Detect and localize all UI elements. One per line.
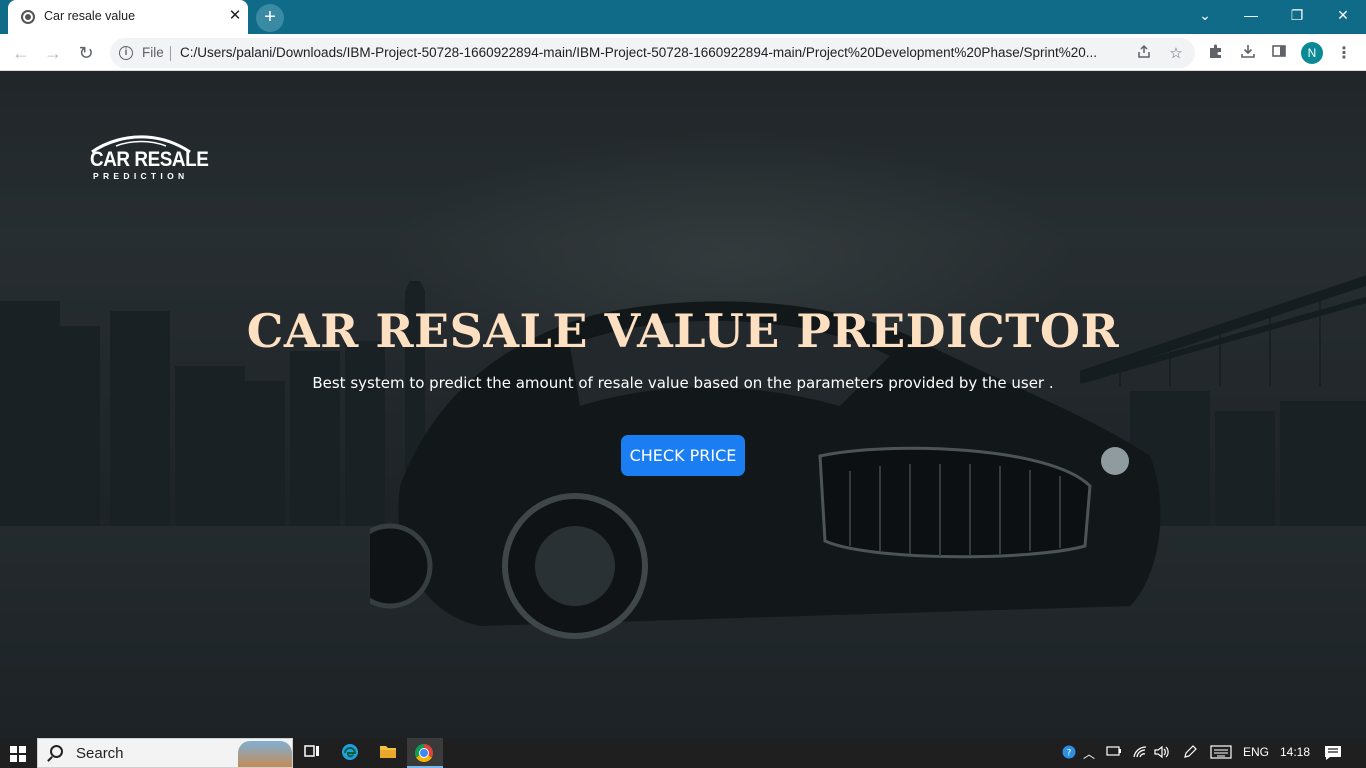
taskbar: Search ? ︿ ENG 14:18	[0, 738, 1366, 768]
chevron-up-icon[interactable]: ︿	[1083, 745, 1095, 762]
tab-title: Car resale value	[44, 9, 136, 23]
keyboard-icon[interactable]	[1210, 745, 1232, 762]
search-placeholder: Search	[76, 745, 124, 762]
logo-subtitle: PREDICTION	[93, 171, 189, 181]
address-bar[interactable]: i File C:/Users/palani/Downloads/IBM-Pro…	[110, 38, 1195, 68]
star-icon[interactable]: ☆	[1166, 44, 1186, 64]
globe-icon	[21, 10, 35, 24]
landing-page: CAR RESALE PREDICTION CAR RESALE VALUE P…	[0, 71, 1366, 738]
clock[interactable]: 14:18	[1280, 745, 1310, 759]
browser-tab-strip: Car resale value ✕ + ⌄ — ❐ ✕	[0, 0, 1366, 34]
menu-icon[interactable]: ⋮	[1336, 43, 1352, 65]
side-panel-icon[interactable]	[1268, 43, 1290, 65]
battery-icon[interactable]	[1106, 745, 1122, 760]
new-tab-button[interactable]: +	[256, 4, 284, 32]
volume-icon[interactable]	[1154, 745, 1170, 762]
chrome-icon	[415, 744, 433, 762]
hero-title: CAR RESALE VALUE PREDICTOR	[246, 304, 1120, 358]
check-price-button[interactable]: CHECK PRICE	[621, 435, 745, 476]
download-icon[interactable]	[1237, 43, 1259, 65]
site-logo[interactable]: CAR RESALE PREDICTION	[86, 134, 209, 182]
search-icon	[50, 745, 63, 758]
reload-button[interactable]: ↻	[73, 40, 99, 66]
tab-close-icon[interactable]: ✕	[226, 7, 244, 25]
language-indicator[interactable]: ENG	[1243, 745, 1269, 759]
forward-button[interactable]: →	[40, 40, 66, 66]
url-text[interactable]: C:/Users/palani/Downloads/IBM-Project-50…	[180, 45, 1135, 60]
extensions-icon[interactable]	[1205, 43, 1227, 65]
browser-toolbar: ← → ↻ i File C:/Users/palani/Downloads/I…	[0, 34, 1366, 71]
tab-car-resale[interactable]: Car resale value ✕	[8, 0, 248, 34]
pen-icon[interactable]	[1182, 745, 1198, 762]
file-explorer-icon[interactable]	[378, 743, 398, 763]
scheme-label: File	[142, 45, 164, 60]
search-highlight-image	[238, 741, 292, 767]
notifications-icon[interactable]	[1324, 745, 1342, 764]
chrome-taskbar-button[interactable]	[407, 738, 443, 768]
minimize-button[interactable]: —	[1228, 0, 1274, 30]
task-view-icon[interactable]	[302, 743, 322, 763]
taskbar-search-box[interactable]: Search	[37, 738, 293, 768]
logo-title: CAR RESALE	[90, 148, 209, 171]
share-icon[interactable]	[1134, 44, 1154, 64]
restore-button[interactable]: ❐	[1274, 0, 1320, 30]
edge-icon[interactable]	[340, 743, 360, 763]
back-button[interactable]: ←	[8, 40, 34, 66]
info-icon[interactable]: i	[119, 46, 133, 60]
divider	[170, 46, 171, 61]
tab-search-chevron-icon[interactable]: ⌄	[1182, 0, 1228, 30]
windows-start-icon[interactable]	[10, 746, 26, 762]
svg-text:?: ?	[1067, 749, 1072, 759]
wifi-icon[interactable]	[1132, 745, 1148, 762]
close-window-button[interactable]: ✕	[1320, 0, 1366, 30]
profile-avatar[interactable]: N	[1301, 42, 1323, 64]
hero-subtitle: Best system to predict the amount of res…	[312, 374, 1054, 392]
help-icon[interactable]: ?	[1062, 745, 1076, 762]
